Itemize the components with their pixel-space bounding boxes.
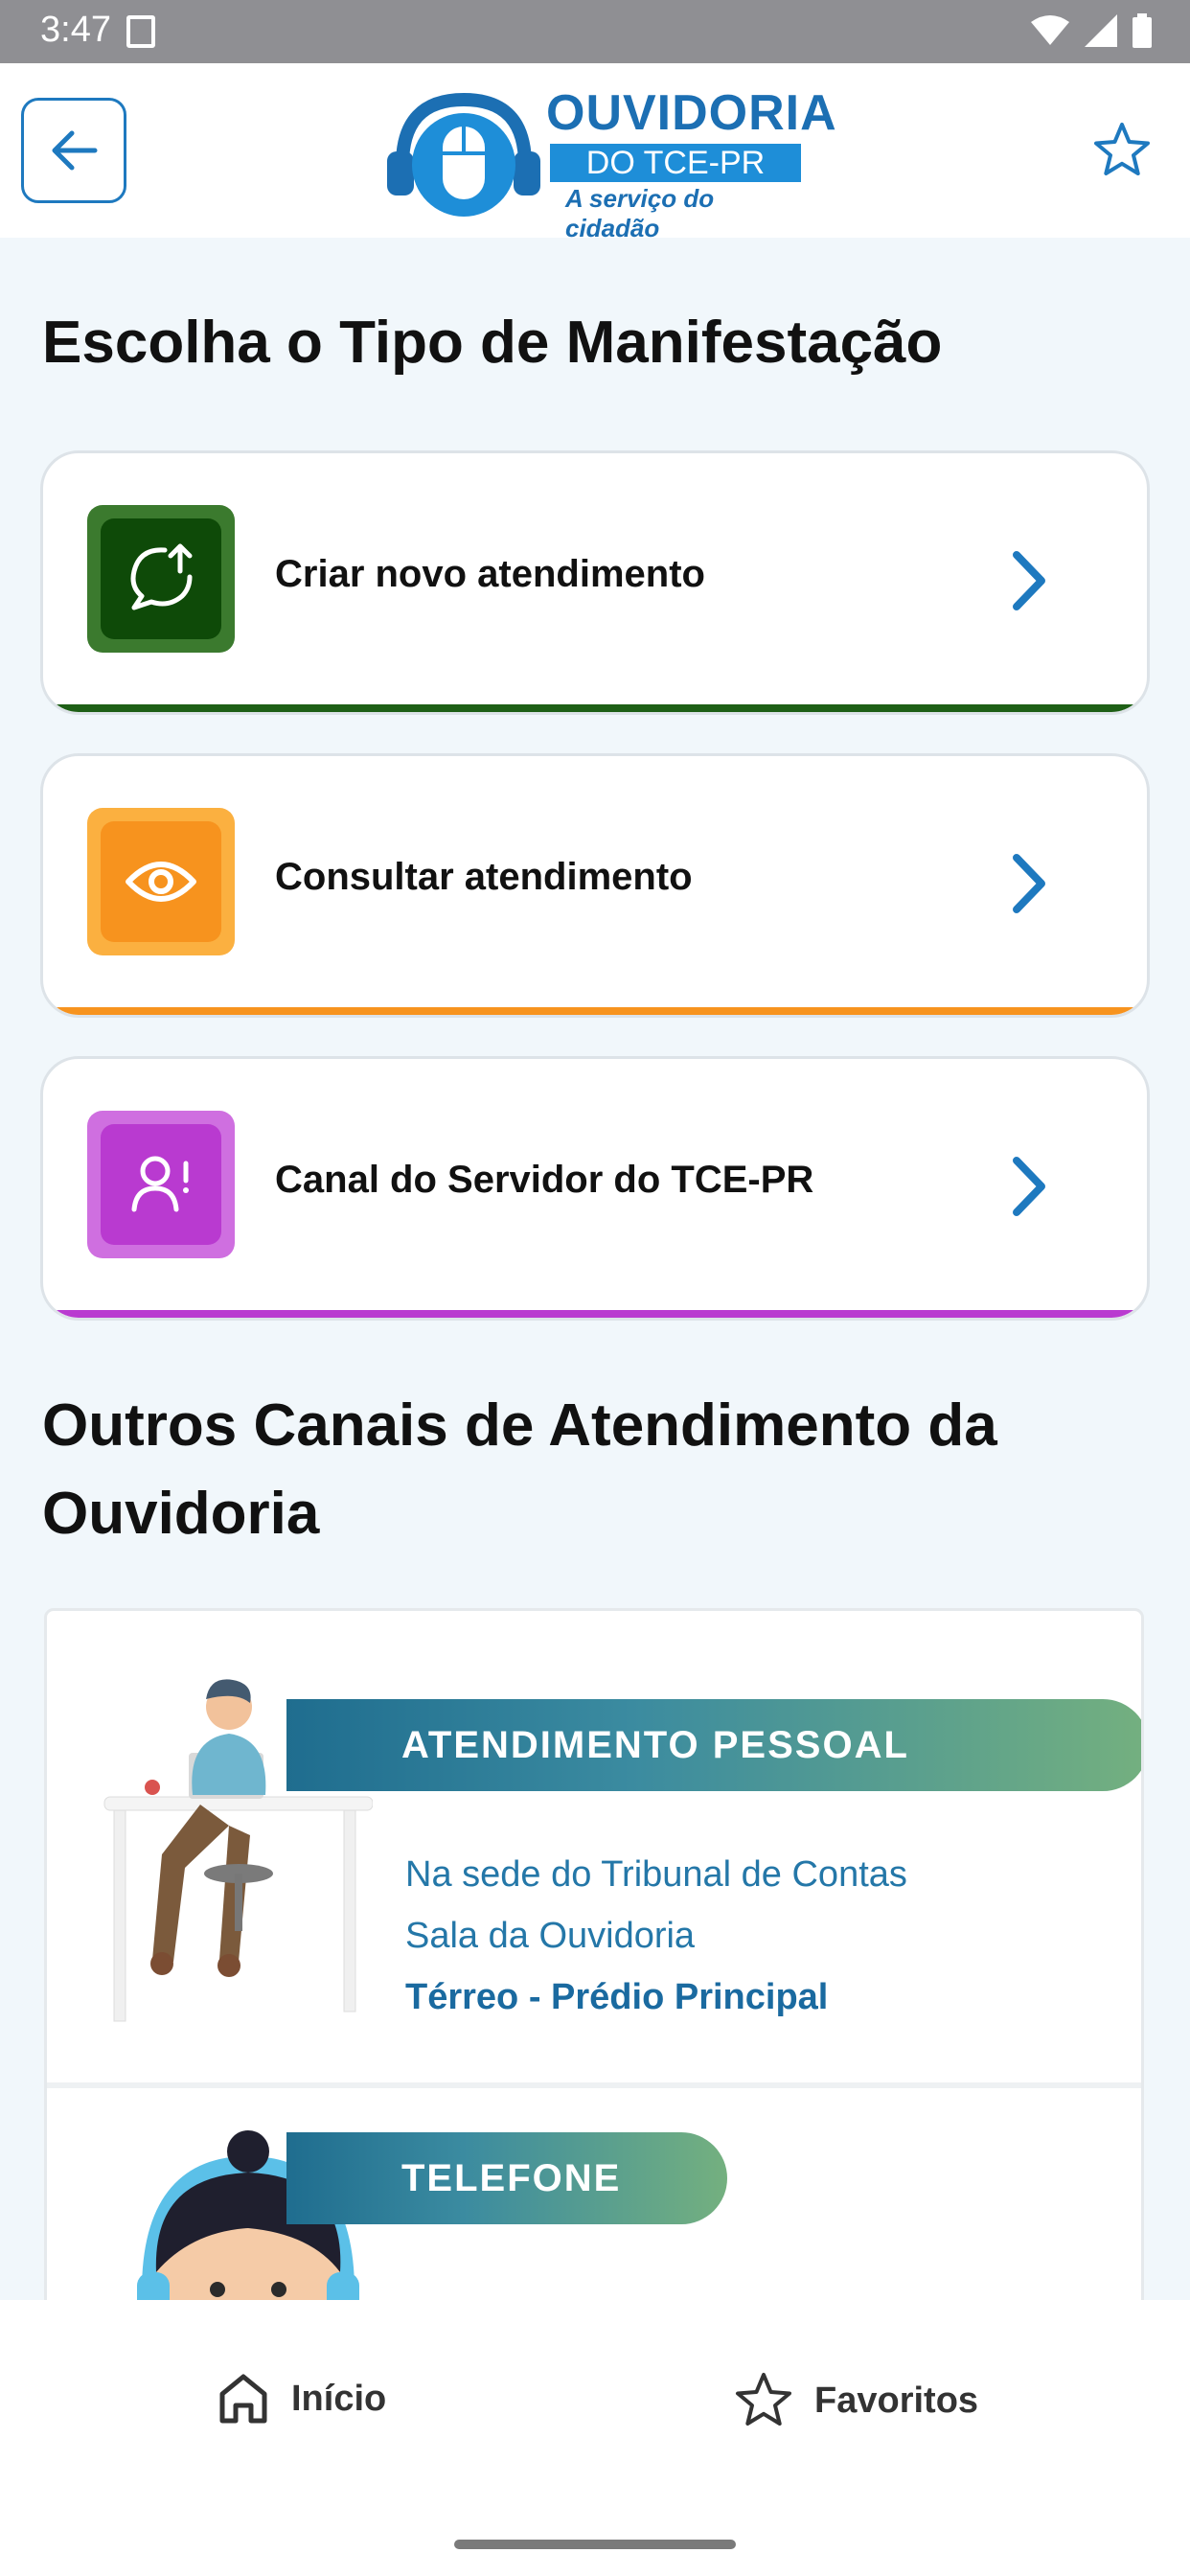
channels-title-line2: Ouvidoria <box>42 1481 320 1547</box>
option-icon-tile <box>87 1111 235 1258</box>
home-icon <box>219 2374 267 2424</box>
app-header: OUVIDORIA DO TCE-PR A serviço do cidadão <box>0 63 1190 242</box>
sim-card-icon <box>126 15 155 48</box>
logo-title: OUVIDORIA <box>546 85 837 141</box>
option-card-consultar[interactable]: Consultar atendimento <box>40 753 1150 1018</box>
option-label: Consultar atendimento <box>275 856 693 898</box>
nav-favorites-label: Favoritos <box>814 2380 979 2421</box>
gesture-home-bar[interactable] <box>454 2540 736 2549</box>
option-icon-tile <box>87 505 235 653</box>
star-icon <box>736 2373 791 2426</box>
channels-title-line1: Outros Canais de Atendimento da <box>42 1392 997 1459</box>
favorite-star-icon[interactable] <box>1092 121 1152 180</box>
channel-line-strong: Térreo - Prédio Principal <box>405 1977 829 2017</box>
user-alert-icon <box>131 1156 189 1212</box>
card-accent-line <box>43 704 1147 712</box>
option-label: Criar novo atendimento <box>275 553 705 595</box>
channel-banner: TELEFONE <box>286 2132 727 2224</box>
wifi-icon <box>1031 15 1069 45</box>
option-label: Canal do Servidor do TCE-PR <box>275 1159 814 1201</box>
arrow-left-icon <box>52 130 98 171</box>
logo-subtitle: DO TCE-PR <box>550 144 801 182</box>
ouvidoria-logo: OUVIDORIA DO TCE-PR A serviço do cidadão <box>387 84 836 242</box>
chevron-right-icon <box>1013 854 1045 913</box>
status-time: 3:47 <box>40 10 111 50</box>
chevron-right-icon <box>1013 551 1045 610</box>
channel-line: Sala da Ouvidoria <box>405 1916 696 1956</box>
page-title: Escolha o Tipo de Manifestação <box>42 310 943 376</box>
channel-atendimento-pessoal[interactable]: ATENDIMENTO PESSOAL Na sede do Tribunal … <box>47 1611 1141 2082</box>
card-accent-line <box>43 1007 1147 1015</box>
option-card-criar[interactable]: Criar novo atendimento <box>40 450 1150 715</box>
status-bar: 3:47 <box>0 0 1190 63</box>
chat-upload-icon <box>130 543 193 610</box>
logo-tagline: A serviço do cidadão <box>565 184 715 242</box>
back-button[interactable] <box>21 98 126 203</box>
channel-banner: ATENDIMENTO PESSOAL <box>286 1699 1141 1791</box>
eye-icon <box>126 862 196 902</box>
channel-line: Na sede do Tribunal de Contas <box>405 1854 907 1895</box>
nav-home-label: Início <box>291 2378 387 2419</box>
headset-mouse-icon <box>387 92 540 217</box>
option-icon-tile <box>87 808 235 955</box>
nav-favorites[interactable]: Favoritos <box>734 2371 978 2430</box>
signal-icon <box>1085 14 1117 47</box>
channels-title: Outros Canais de Atendimento da Ouvidori… <box>42 1382 997 1558</box>
card-accent-line <box>43 1310 1147 1318</box>
nav-home[interactable]: Início <box>217 2371 386 2426</box>
option-card-servidor[interactable]: Canal do Servidor do TCE-PR <box>40 1056 1150 1321</box>
bottom-navigation: Início Favoritos <box>0 2300 1190 2576</box>
chevron-right-icon <box>1013 1157 1045 1216</box>
battery-icon <box>1133 13 1152 48</box>
